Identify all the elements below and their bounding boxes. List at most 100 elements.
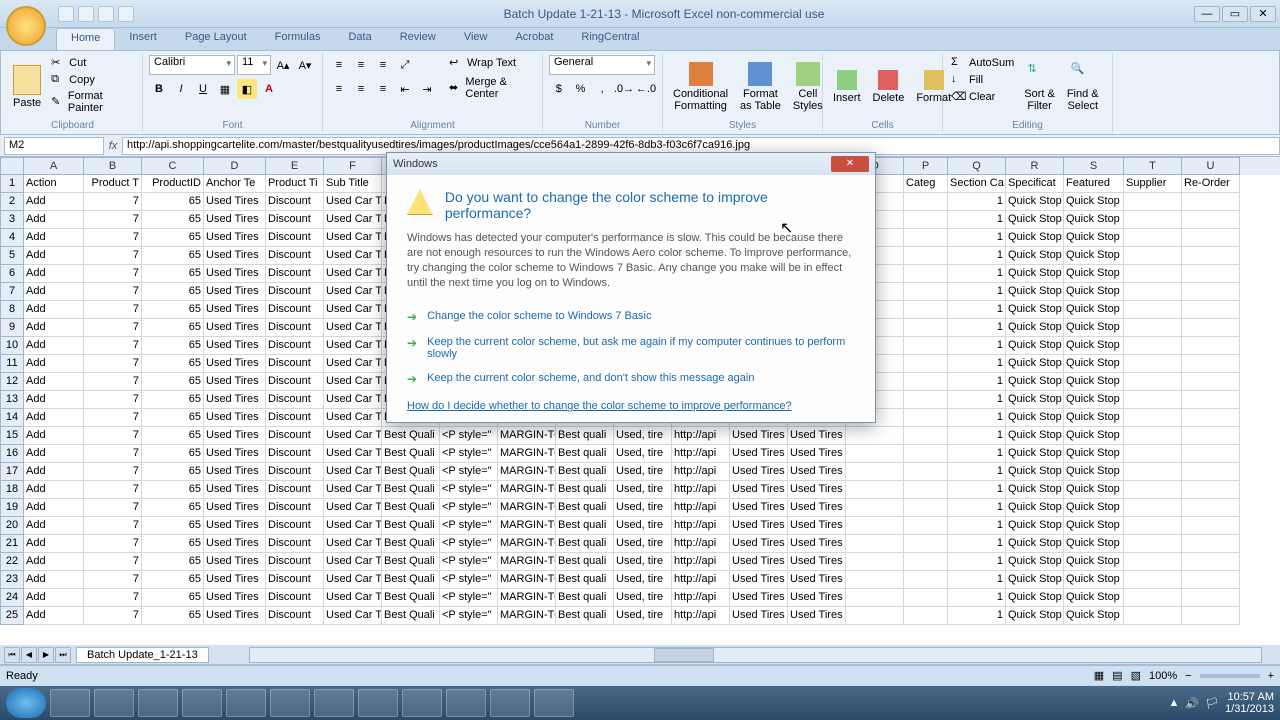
cell[interactable]: 65 [142, 265, 204, 283]
cell[interactable]: Used, tire [614, 445, 672, 463]
cell[interactable]: 1 [948, 283, 1006, 301]
row-header[interactable]: 20 [0, 517, 24, 535]
cell[interactable] [1182, 445, 1240, 463]
taskbar-app-4[interactable] [182, 689, 222, 717]
cell[interactable]: Used Tires [204, 355, 266, 373]
cell[interactable]: Used Tires [788, 517, 846, 535]
cell[interactable]: 65 [142, 517, 204, 535]
cell[interactable]: Quick Stop Tires [1064, 193, 1124, 211]
cell[interactable]: Used Car Tr [324, 247, 382, 265]
cell[interactable]: Quick Stop [1006, 571, 1064, 589]
cell[interactable]: Discount [266, 283, 324, 301]
cell[interactable] [1124, 571, 1182, 589]
cell[interactable]: <P style=" [440, 535, 498, 553]
cell[interactable]: <P style=" [440, 607, 498, 625]
cell[interactable]: Used, tire [614, 589, 672, 607]
cell[interactable] [1182, 427, 1240, 445]
cell[interactable]: Quick Stop [1006, 193, 1064, 211]
tray-icon[interactable]: 🔊 [1185, 697, 1199, 710]
fill-button[interactable]: ↓Fill [949, 72, 1016, 88]
column-header[interactable]: Q [948, 157, 1006, 175]
cell[interactable]: Add [24, 373, 84, 391]
cell[interactable]: 1 [948, 607, 1006, 625]
cell[interactable] [1182, 553, 1240, 571]
cell[interactable]: MARGIN-TOP: 0px; M [498, 481, 556, 499]
cell[interactable]: 7 [84, 517, 142, 535]
dialog-close-button[interactable]: ✕ [831, 156, 869, 172]
cell[interactable]: Best Quali [382, 427, 440, 445]
cell[interactable]: 1 [948, 553, 1006, 571]
cell[interactable]: 7 [84, 391, 142, 409]
cell[interactable]: Used Car Tr [324, 409, 382, 427]
cell[interactable]: 7 [84, 535, 142, 553]
cell[interactable]: Used Car Tr [324, 355, 382, 373]
cell[interactable]: 1 [948, 481, 1006, 499]
cell[interactable]: Used Tires [788, 427, 846, 445]
cell[interactable]: http://api [672, 517, 730, 535]
cell[interactable]: Used, tire [614, 553, 672, 571]
cell[interactable]: 65 [142, 373, 204, 391]
prev-sheet-button[interactable]: ◀ [21, 647, 37, 663]
cell[interactable]: Product Ti [266, 175, 324, 193]
cell[interactable]: 65 [142, 571, 204, 589]
tab-home[interactable]: Home [56, 28, 115, 50]
cell[interactable]: 65 [142, 391, 204, 409]
cell[interactable]: Best quali [556, 481, 614, 499]
cell[interactable] [904, 427, 948, 445]
font-name-combo[interactable]: Calibri [149, 55, 235, 75]
cell[interactable] [1182, 499, 1240, 517]
cell[interactable]: http://api [672, 445, 730, 463]
cell[interactable]: MARGIN-TOP: 0px; M [498, 571, 556, 589]
cell[interactable]: Used Tires [204, 499, 266, 517]
taskbar-app-8[interactable] [358, 689, 398, 717]
next-sheet-button[interactable]: ▶ [38, 647, 54, 663]
column-header[interactable]: S [1064, 157, 1124, 175]
cell[interactable] [1182, 283, 1240, 301]
maximize-button[interactable]: ▭ [1222, 6, 1248, 22]
cell[interactable]: Best quali [556, 499, 614, 517]
cell[interactable]: Discount [266, 265, 324, 283]
cell[interactable]: Used Tires [788, 535, 846, 553]
cell[interactable] [846, 463, 904, 481]
cell[interactable]: Used Tires [788, 481, 846, 499]
cell[interactable]: Featured [1064, 175, 1124, 193]
cell[interactable]: Discount [266, 427, 324, 445]
cell[interactable] [1182, 229, 1240, 247]
cell[interactable]: 65 [142, 283, 204, 301]
row-header[interactable]: 11 [0, 355, 24, 373]
cell[interactable] [1124, 301, 1182, 319]
cell[interactable] [1182, 211, 1240, 229]
row-header[interactable]: 9 [0, 319, 24, 337]
cell[interactable]: 7 [84, 301, 142, 319]
column-header[interactable]: E [266, 157, 324, 175]
cell[interactable] [1124, 373, 1182, 391]
cell[interactable]: 1 [948, 355, 1006, 373]
cell[interactable]: Used, tire [614, 571, 672, 589]
column-header[interactable]: T [1124, 157, 1182, 175]
cell[interactable]: Quick Stop [1006, 499, 1064, 517]
cell[interactable]: Quick Stop [1006, 373, 1064, 391]
font-color-button[interactable]: A [259, 79, 279, 99]
cell[interactable]: Quick Stop [1006, 247, 1064, 265]
cell[interactable]: 7 [84, 337, 142, 355]
row-header[interactable]: 6 [0, 265, 24, 283]
cell[interactable]: Best Quali [382, 607, 440, 625]
row-header[interactable]: 10 [0, 337, 24, 355]
qat-more-icon[interactable] [118, 6, 134, 22]
cell[interactable]: 7 [84, 319, 142, 337]
cell[interactable]: Used Tires [730, 427, 788, 445]
cell[interactable] [904, 265, 948, 283]
cell[interactable]: Add [24, 355, 84, 373]
cell[interactable]: Used, tire [614, 481, 672, 499]
cell[interactable]: Best Quali [382, 589, 440, 607]
cell[interactable]: Used Car Tr [324, 283, 382, 301]
cell[interactable]: Used Tires [204, 427, 266, 445]
cell[interactable]: Used Tires [730, 553, 788, 571]
cell[interactable]: 65 [142, 301, 204, 319]
orientation-button[interactable]: ⤢ [395, 55, 415, 75]
cell[interactable]: Used Tires [204, 211, 266, 229]
undo-icon[interactable] [78, 6, 94, 22]
cell[interactable]: Discount [266, 463, 324, 481]
cell[interactable]: Used Car Tr [324, 373, 382, 391]
taskbar-app-6[interactable] [270, 689, 310, 717]
